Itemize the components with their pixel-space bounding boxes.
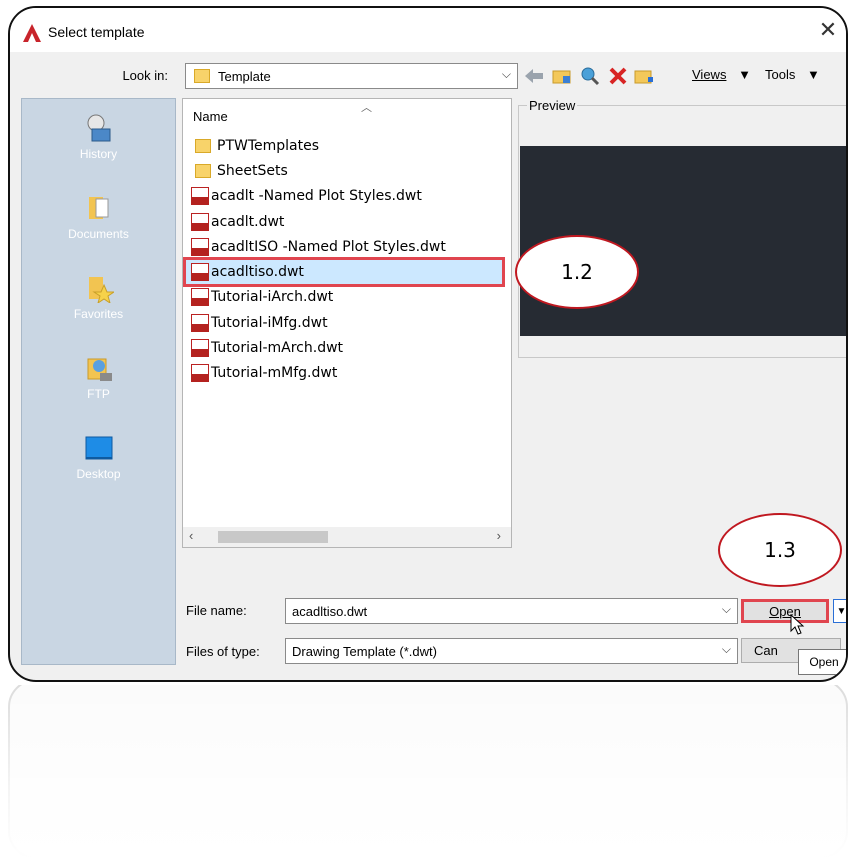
- file-name-value: acadltiso.dwt: [292, 604, 368, 619]
- list-item[interactable]: PTWTemplates: [191, 133, 503, 158]
- favorites-icon: [88, 277, 114, 303]
- chevron-down-icon[interactable]: ⌵: [722, 642, 731, 657]
- name-column-header[interactable]: Name: [193, 109, 228, 124]
- place-favorites[interactable]: Favorites: [22, 273, 175, 321]
- dialog-reflection: [8, 685, 848, 859]
- place-label: Favorites: [73, 307, 124, 321]
- callout-step-1-2: 1.2: [515, 235, 639, 309]
- tools-label: Tools: [765, 67, 796, 82]
- search-web-icon[interactable]: [578, 63, 602, 89]
- list-item[interactable]: SheetSets: [191, 158, 503, 183]
- horizontal-scrollbar[interactable]: ‹ ›: [183, 527, 511, 547]
- dwt-file-icon: [191, 339, 209, 358]
- documents-icon: [88, 197, 108, 219]
- dwt-file-icon: [191, 313, 209, 332]
- look-in-combo[interactable]: Template ⌵: [185, 63, 518, 89]
- folder-icon: [195, 138, 211, 153]
- preview-group: Preview: [518, 98, 846, 358]
- open-options-arrow-icon[interactable]: ▼: [833, 599, 846, 623]
- list-item[interactable]: Tutorial-iArch.dwt: [191, 285, 503, 310]
- place-documents[interactable]: Documents: [22, 193, 175, 241]
- look-in-value: Template: [218, 69, 271, 84]
- mouse-pointer-icon: [790, 614, 805, 635]
- scroll-left-icon[interactable]: ‹: [189, 528, 193, 543]
- ftp-icon: [87, 358, 112, 381]
- list-item[interactable]: acadlt.dwt: [191, 209, 503, 234]
- files-of-type-combo[interactable]: Drawing Template (*.dwt) ⌵: [285, 638, 738, 664]
- place-history[interactable]: History: [22, 113, 175, 161]
- file-name-input[interactable]: acadltiso.dwt ⌵: [285, 598, 738, 624]
- caret-down-icon: ▼: [738, 67, 751, 82]
- up-folder-icon[interactable]: [550, 63, 574, 89]
- place-desktop[interactable]: Desktop: [22, 433, 175, 481]
- close-icon[interactable]: ✕: [816, 18, 840, 42]
- views-label: Views: [692, 67, 727, 82]
- folder-icon: [195, 163, 211, 178]
- title-bar: Select template ✕: [10, 8, 846, 52]
- desktop-icon: [85, 436, 112, 460]
- file-list[interactable]: Name ︿ PTWTemplates SheetSets acadlt -Na…: [182, 98, 512, 548]
- new-folder-icon[interactable]: [632, 63, 656, 89]
- dwt-file-icon: [191, 288, 209, 307]
- back-icon[interactable]: [522, 63, 546, 89]
- caret-down-icon: ▼: [806, 67, 820, 82]
- list-item[interactable]: Tutorial-iMfg.dwt: [191, 310, 503, 335]
- place-label: Desktop: [76, 467, 121, 481]
- sort-ascending-icon: ︿: [361, 102, 372, 114]
- autocad-logo-icon: [23, 24, 41, 42]
- files-of-type-label: Files of type:: [186, 644, 260, 659]
- files-of-type-value: Drawing Template (*.dwt): [292, 644, 437, 659]
- look-in-label: Look in:: [122, 68, 168, 83]
- list-item[interactable]: acadltISO -Named Plot Styles.dwt: [191, 234, 503, 259]
- views-menu-button[interactable]: Views ▼: [692, 67, 751, 82]
- dwt-file-icon: [191, 237, 209, 256]
- list-item[interactable]: acadlt -Named Plot Styles.dwt: [191, 184, 503, 209]
- preview-label: Preview: [527, 98, 578, 113]
- place-label: History: [79, 147, 118, 161]
- list-item[interactable]: Tutorial-mArch.dwt: [191, 335, 503, 360]
- scroll-right-icon[interactable]: ›: [497, 528, 501, 543]
- dwt-file-icon: [191, 187, 209, 206]
- open-button[interactable]: Open: [741, 599, 829, 623]
- history-icon: [87, 114, 110, 142]
- scrollbar-thumb[interactable]: [218, 531, 328, 543]
- dwt-file-icon: [191, 263, 209, 282]
- chevron-down-icon[interactable]: ⌵: [502, 67, 511, 82]
- file-name-label: File name:: [186, 603, 247, 618]
- places-bar: History Documents Favorites FTP Desktop: [21, 98, 176, 665]
- open-tooltip: Open: [798, 649, 846, 675]
- select-template-dialog: Select template ✕ Look in: Template ⌵ Vi…: [8, 6, 848, 682]
- callout-step-1-3: 1.3: [718, 513, 842, 587]
- tools-menu-button[interactable]: Tools ▼: [765, 67, 820, 82]
- dwt-file-icon: [191, 364, 209, 383]
- place-ftp[interactable]: FTP: [22, 353, 175, 401]
- delete-icon[interactable]: [606, 63, 630, 89]
- place-label: Documents: [68, 227, 129, 241]
- place-label: FTP: [87, 387, 110, 401]
- list-item-selected[interactable]: acadltiso.dwt: [183, 257, 505, 287]
- window-title: Select template: [48, 24, 145, 40]
- dwt-file-icon: [191, 212, 209, 231]
- list-item[interactable]: Tutorial-mMfg.dwt: [191, 361, 503, 386]
- folder-icon: [194, 69, 210, 83]
- chevron-down-icon[interactable]: ⌵: [722, 602, 731, 617]
